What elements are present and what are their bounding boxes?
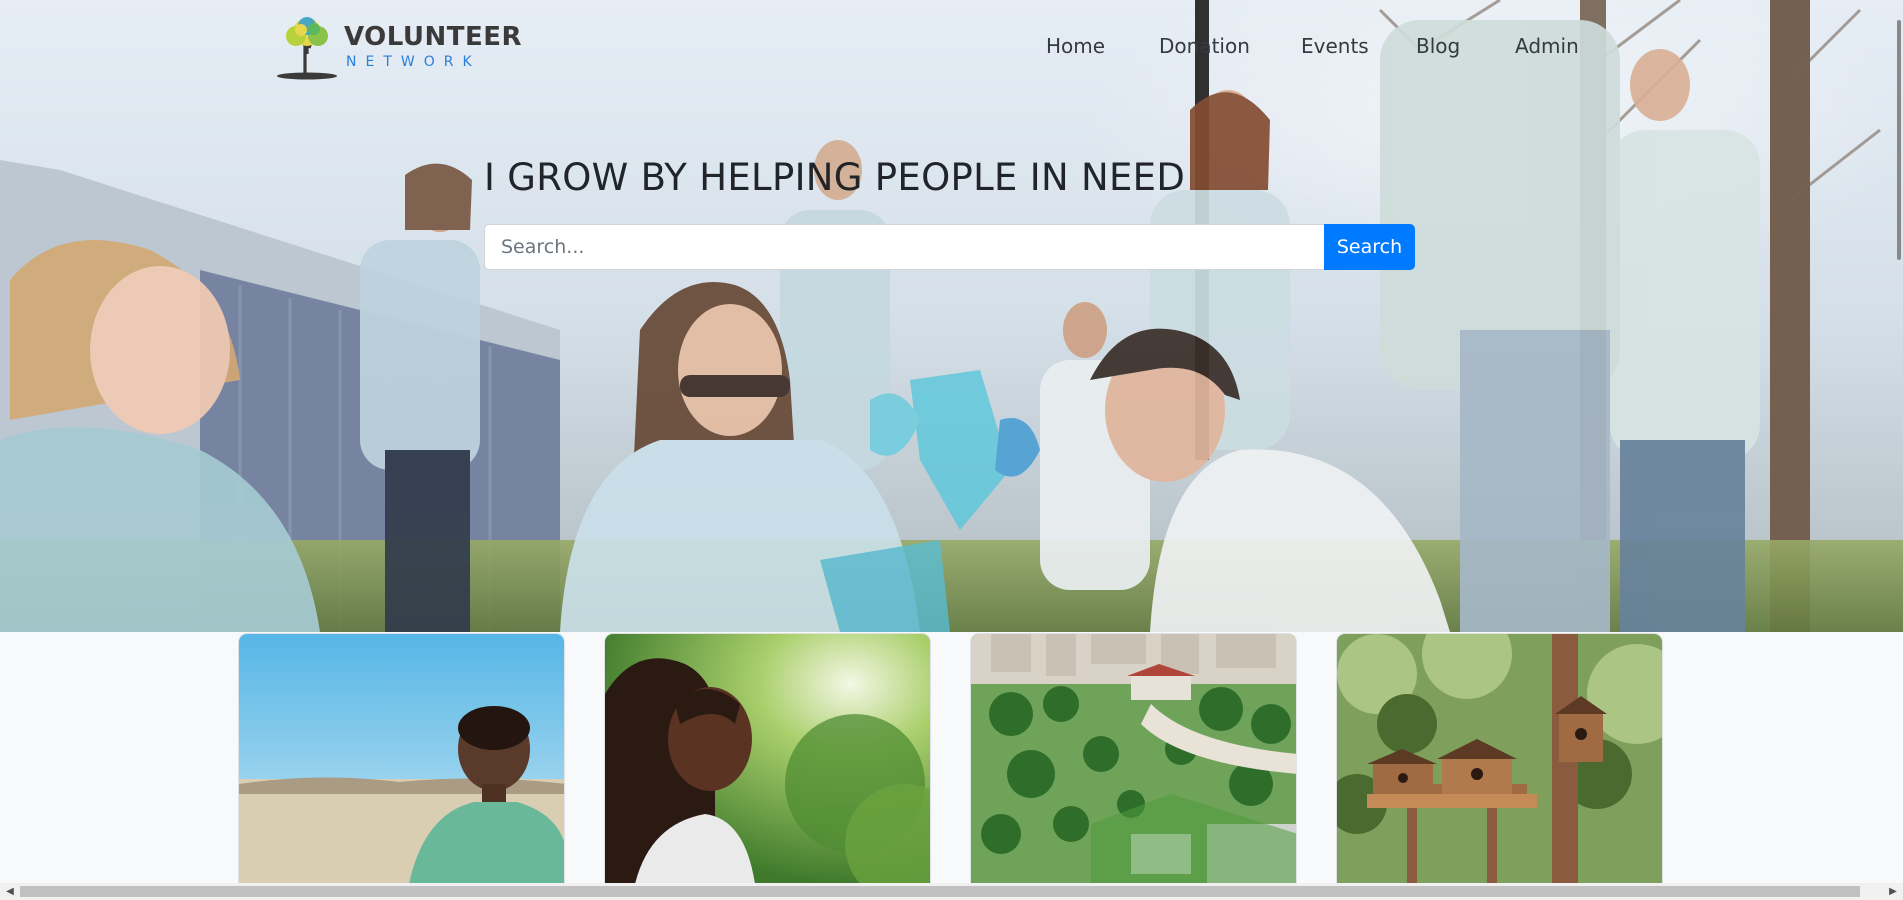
brand-tagline: NETWORK xyxy=(346,54,481,70)
card-image-birdhouses xyxy=(1337,634,1662,883)
search-button[interactable]: Search xyxy=(1324,224,1415,270)
volunteer-network-homepage: VOLUNTEER NETWORK Home Donation Events B… xyxy=(0,0,1903,900)
hero-headline: I GROW BY HELPING PEOPLE IN NEED xyxy=(484,156,1186,199)
hero-section: VOLUNTEER NETWORK Home Donation Events B… xyxy=(0,0,1903,632)
card-image-city-park xyxy=(971,634,1296,883)
event-card-3[interactable] xyxy=(970,633,1297,883)
nav-link-events[interactable]: Events xyxy=(1301,34,1369,58)
card-image-girl xyxy=(605,634,930,883)
event-card-1[interactable] xyxy=(238,633,565,883)
brand-logo[interactable]: VOLUNTEER NETWORK xyxy=(274,14,522,80)
tree-logo-icon xyxy=(277,17,337,80)
scroll-left-icon[interactable]: ◀ xyxy=(3,885,17,898)
nav-link-blog[interactable]: Blog xyxy=(1416,34,1460,58)
search-input[interactable] xyxy=(484,224,1324,270)
hero-background-photo xyxy=(0,0,1903,632)
horizontal-scrollbar[interactable]: ◀ ▶ xyxy=(0,883,1903,900)
nav-link-home[interactable]: Home xyxy=(1046,34,1105,58)
brand-name: VOLUNTEER xyxy=(344,22,523,52)
vertical-scrollbar-thumb[interactable] xyxy=(1897,20,1901,260)
event-card-4[interactable] xyxy=(1336,633,1663,883)
card-image-child xyxy=(239,634,564,883)
scroll-right-icon[interactable]: ▶ xyxy=(1886,885,1900,898)
horizontal-scrollbar-thumb[interactable] xyxy=(20,886,1860,897)
nav-link-donation[interactable]: Donation xyxy=(1159,34,1250,58)
event-card-2[interactable] xyxy=(604,633,931,883)
nav-link-admin[interactable]: Admin xyxy=(1515,34,1579,58)
